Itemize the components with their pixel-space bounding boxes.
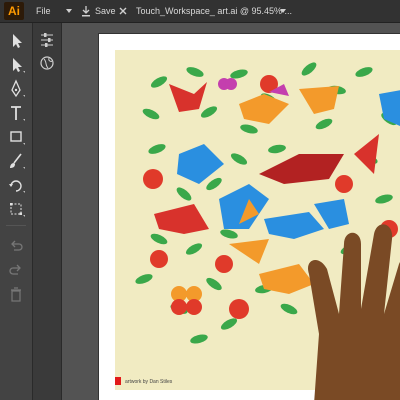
rotate-tool[interactable] [4, 175, 28, 195]
document-tab[interactable]: Touch_Workspace_ art.ai @ 95.45% ... [136, 0, 292, 22]
type-icon [11, 106, 25, 121]
redo-button[interactable] [4, 261, 28, 281]
tree-illustration [135, 62, 400, 400]
direct-selection-icon [13, 58, 25, 73]
paintbrush-icon [10, 153, 25, 169]
redo-icon [9, 264, 21, 275]
direct-selection-tool[interactable] [4, 55, 28, 75]
file-menu[interactable]: File [36, 0, 51, 22]
toolbar-divider [6, 225, 26, 226]
chevron-down-icon[interactable] [65, 7, 73, 15]
birds [154, 78, 400, 294]
application-bar: Ai File Save Touch_Workspace_ art.ai @ 9… [0, 0, 400, 23]
tools-panel [0, 23, 33, 400]
pen-icon [11, 79, 25, 98]
type-tool[interactable] [4, 103, 28, 123]
free-transform-icon [10, 203, 25, 217]
artboard[interactable]: artwork by Dan Stiles [98, 33, 400, 400]
rectangle-icon [10, 131, 25, 145]
artwork-credit: artwork by Dan Stiles [125, 379, 173, 385]
selection-arrow-icon [13, 34, 22, 48]
layers-toggle[interactable] [35, 53, 59, 73]
delete-button[interactable] [4, 285, 28, 305]
save-icon[interactable] [81, 5, 91, 17]
settings-toggle[interactable] [35, 29, 59, 49]
rotate-icon [9, 180, 25, 193]
sliders-icon [41, 33, 53, 47]
canvas-area[interactable]: artwork by Dan Stiles [62, 23, 400, 400]
chevron-down-icon[interactable] [279, 7, 287, 15]
free-transform-tool[interactable] [4, 199, 28, 219]
undo-button[interactable] [4, 237, 28, 257]
selection-tool[interactable] [4, 31, 28, 51]
rectangle-tool[interactable] [4, 127, 28, 147]
undo-icon [11, 240, 23, 251]
paintbrush-tool[interactable] [4, 151, 28, 171]
control-panel [33, 23, 62, 400]
pen-tool[interactable] [4, 79, 28, 99]
adobe-logo [115, 377, 121, 385]
save-button[interactable]: Save [95, 0, 116, 22]
globe-icon [40, 56, 54, 70]
app-logo[interactable]: Ai [4, 2, 24, 20]
trash-icon [11, 287, 21, 302]
hand [308, 224, 400, 400]
close-icon[interactable] [118, 6, 128, 16]
